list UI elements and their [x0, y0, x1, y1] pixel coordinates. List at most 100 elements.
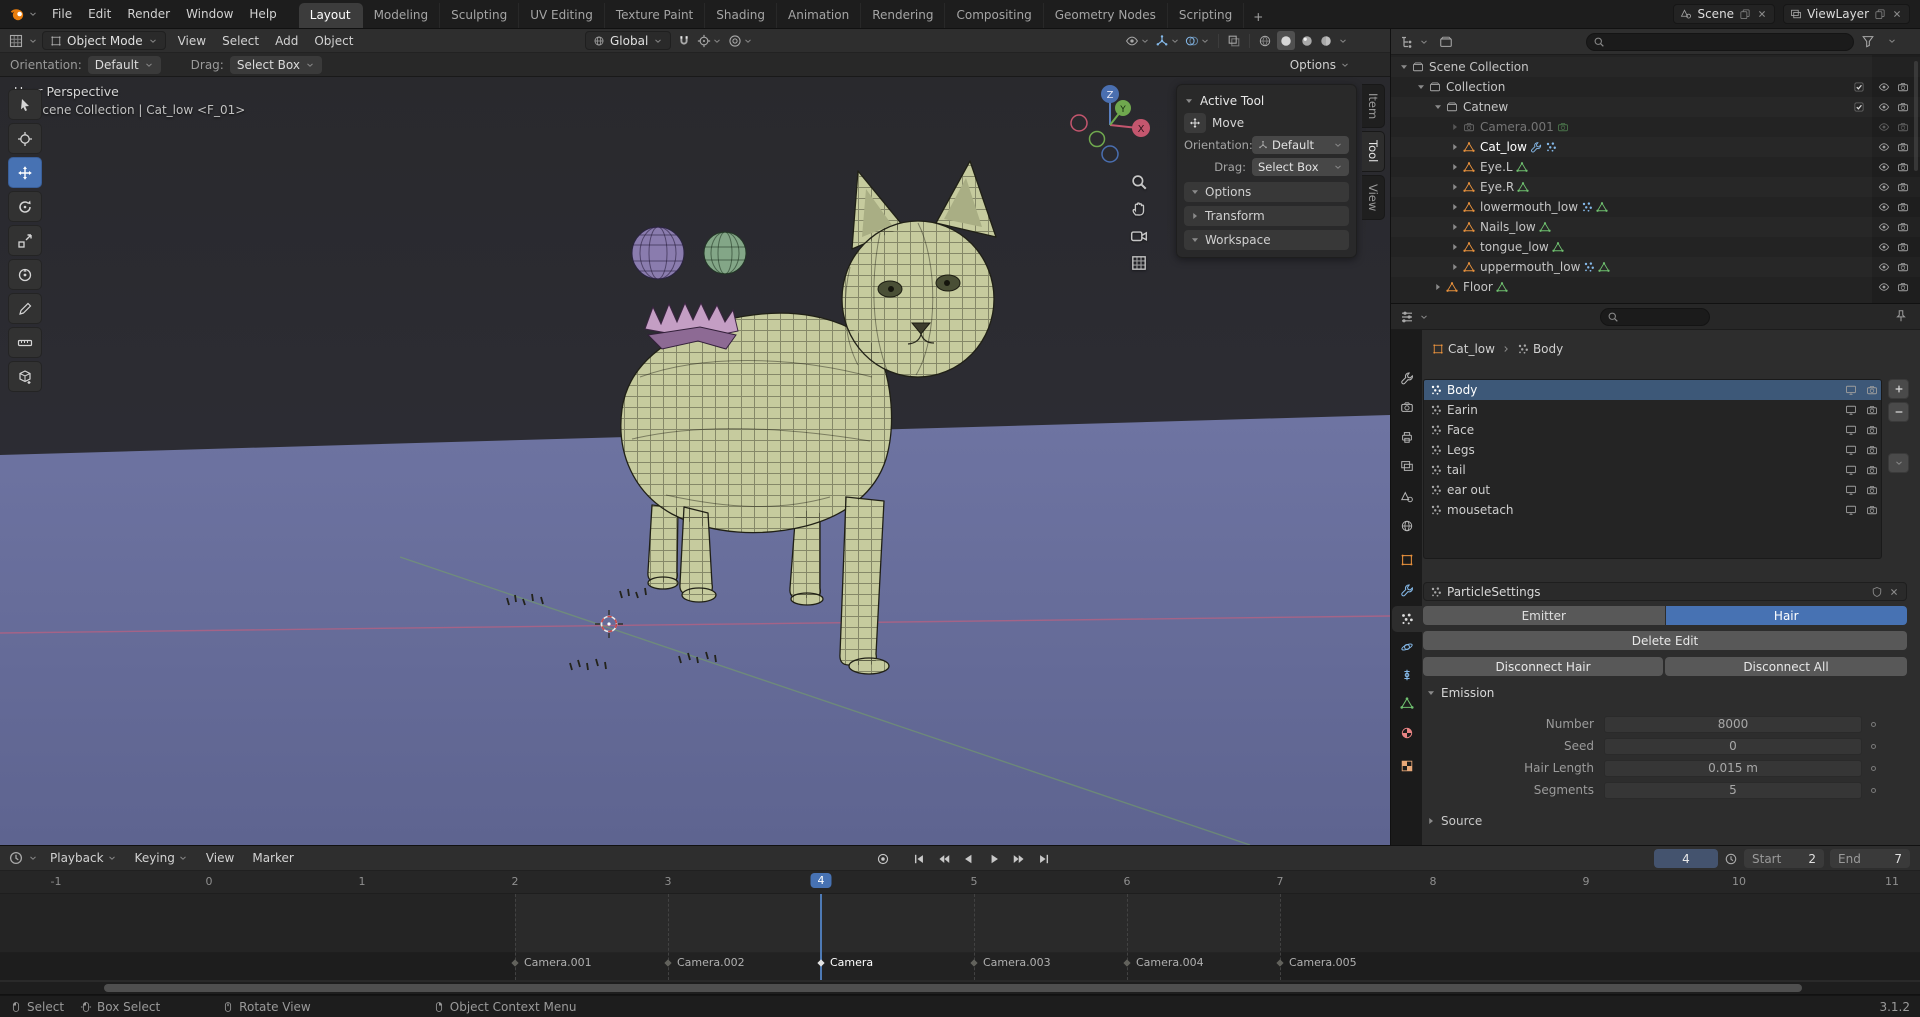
- particle-system-face[interactable]: Face: [1424, 420, 1881, 440]
- workspace-tab-animation[interactable]: Animation: [777, 3, 862, 28]
- tool-add-cube-button[interactable]: [8, 361, 42, 392]
- outliner-row-eye-r[interactable]: Eye.R: [1391, 177, 1920, 197]
- render-visibility-icon[interactable]: [1866, 404, 1878, 416]
- eye-icon[interactable]: [1878, 181, 1890, 193]
- viewport-visibility-icon[interactable]: [1845, 484, 1857, 496]
- properties-tab-texture[interactable]: [1392, 753, 1422, 779]
- render-visibility-icon[interactable]: [1897, 81, 1909, 93]
- eye-icon[interactable]: [1878, 161, 1890, 173]
- tool-cursor-button[interactable]: [8, 123, 42, 154]
- eye-icon[interactable]: [1878, 281, 1890, 293]
- field-number[interactable]: 8000: [1604, 715, 1862, 733]
- disclosure-down-icon[interactable]: [1416, 82, 1426, 92]
- duplicate-icon[interactable]: [1874, 8, 1886, 20]
- tool-rotate-button[interactable]: [8, 191, 42, 222]
- timeline-menu-playback[interactable]: Playback: [42, 848, 125, 868]
- close-icon[interactable]: [1756, 8, 1768, 20]
- particle-system-legs[interactable]: Legs: [1424, 440, 1881, 460]
- outliner-row-cat-low[interactable]: Cat_low: [1391, 137, 1920, 157]
- checkbox-icon[interactable]: [1853, 81, 1865, 93]
- fake-user-icon[interactable]: [1871, 586, 1883, 598]
- sidebar-drag-dropdown[interactable]: Select Box: [1252, 158, 1349, 176]
- disclosure-right-icon[interactable]: [1450, 162, 1460, 172]
- disclosure-right-icon[interactable]: [1450, 242, 1460, 252]
- sidebar-tab-view[interactable]: View: [1362, 174, 1385, 220]
- disclosure-right-icon[interactable]: [1450, 182, 1460, 192]
- timeline-menu-keying[interactable]: Keying: [127, 848, 196, 868]
- workspace-tab-uv-editing[interactable]: UV Editing: [519, 3, 605, 28]
- topbar-menu-help[interactable]: Help: [241, 4, 284, 24]
- render-visibility-icon[interactable]: [1897, 241, 1909, 253]
- jump-to-start-button[interactable]: [908, 849, 930, 868]
- uv-sphere-green[interactable]: [703, 231, 747, 275]
- properties-tab-modifiers[interactable]: [1392, 577, 1422, 603]
- source-panel-header[interactable]: Source: [1426, 814, 1482, 828]
- close-icon[interactable]: [1891, 8, 1903, 20]
- timeline-scrollbar[interactable]: [0, 982, 1920, 994]
- previous-keyframe-button[interactable]: [933, 849, 955, 868]
- viewport-menu-select[interactable]: Select: [214, 31, 267, 51]
- show-gizmo-toggle[interactable]: [1155, 34, 1180, 48]
- view-layer-selector[interactable]: ViewLayer: [1783, 4, 1910, 24]
- pan-hand-icon[interactable]: [1130, 200, 1148, 218]
- viewport-menu-view[interactable]: View: [170, 31, 214, 51]
- disclosure-right-icon[interactable]: [1433, 282, 1443, 292]
- zoom-icon[interactable]: [1130, 173, 1148, 191]
- play-button[interactable]: [983, 849, 1005, 868]
- show-overlays-toggle[interactable]: [1185, 34, 1210, 48]
- timeline-marker-camera[interactable]: Camera: [816, 956, 873, 969]
- editor-type-icon[interactable]: [1399, 309, 1415, 325]
- topbar-menu-render[interactable]: Render: [119, 4, 178, 24]
- eye-icon[interactable]: [1878, 121, 1890, 133]
- viewport-visibility-icon[interactable]: [1845, 424, 1857, 436]
- render-visibility-icon[interactable]: [1897, 101, 1909, 113]
- subpanel-transform[interactable]: Transform: [1184, 206, 1349, 226]
- outliner-row-nails-low[interactable]: Nails_low: [1391, 217, 1920, 237]
- properties-tab-object[interactable]: [1392, 547, 1422, 573]
- end-frame-field[interactable]: End 7: [1830, 849, 1910, 868]
- current-frame-field[interactable]: 4: [1654, 849, 1718, 868]
- editor-type-icon[interactable]: [1399, 34, 1415, 50]
- particle-settings-datablock[interactable]: ParticleSettings: [1423, 582, 1907, 601]
- tool-measure-button[interactable]: [8, 327, 42, 358]
- outliner-row-floor[interactable]: Floor: [1391, 277, 1920, 297]
- eye-icon[interactable]: [1878, 241, 1890, 253]
- field-hair-length[interactable]: 0.015 m: [1604, 759, 1862, 777]
- workspace-tab-geometry-nodes[interactable]: Geometry Nodes: [1044, 3, 1168, 28]
- render-visibility-icon[interactable]: [1897, 121, 1909, 133]
- render-visibility-icon[interactable]: [1897, 181, 1909, 193]
- magnet-icon[interactable]: [677, 34, 691, 48]
- outliner-row-collection[interactable]: Collection: [1391, 77, 1920, 97]
- workspace-tab-sculpting[interactable]: Sculpting: [440, 3, 520, 28]
- specials-menu-button[interactable]: [1888, 453, 1909, 473]
- properties-tab-particles[interactable]: [1392, 606, 1422, 632]
- render-visibility-icon[interactable]: [1866, 444, 1878, 456]
- shading-rendered-icon[interactable]: [1319, 34, 1333, 48]
- tool-scale-button[interactable]: [8, 225, 42, 256]
- outliner-row-eye-l[interactable]: Eye.L: [1391, 157, 1920, 177]
- filter-icon[interactable]: [1861, 34, 1875, 48]
- animate-dot[interactable]: [1871, 765, 1876, 771]
- mode-dropdown[interactable]: Object Mode: [42, 31, 166, 50]
- outliner-row-tongue-low[interactable]: tongue_low: [1391, 237, 1920, 257]
- workspace-tab-shading[interactable]: Shading: [705, 3, 777, 28]
- eye-icon[interactable]: [1878, 221, 1890, 233]
- disclosure-right-icon[interactable]: [1450, 142, 1460, 152]
- shading-solid-button[interactable]: [1277, 31, 1295, 50]
- workspace-tab-modeling[interactable]: Modeling: [363, 3, 441, 28]
- topbar-menu-edit[interactable]: Edit: [80, 4, 119, 24]
- sidebar-orientation-dropdown[interactable]: Default: [1252, 136, 1349, 154]
- start-frame-field[interactable]: Start 2: [1744, 849, 1824, 868]
- shading-wireframe-icon[interactable]: [1258, 34, 1272, 48]
- render-visibility-icon[interactable]: [1897, 201, 1909, 213]
- eye-icon[interactable]: [1878, 201, 1890, 213]
- timeline-marker-camera-002[interactable]: Camera.002: [663, 956, 745, 969]
- timeline-marker-camera-001[interactable]: Camera.001: [510, 956, 592, 969]
- properties-tab-object-data[interactable]: [1392, 690, 1422, 716]
- disclosure-right-icon[interactable]: [1450, 262, 1460, 272]
- delete-edit-button[interactable]: Delete Edit: [1423, 631, 1907, 650]
- options-dropdown[interactable]: Options: [1290, 58, 1380, 72]
- viewport-visibility-icon[interactable]: [1845, 444, 1857, 456]
- properties-tab-constraints[interactable]: [1392, 662, 1422, 688]
- clock-icon[interactable]: [1724, 852, 1738, 866]
